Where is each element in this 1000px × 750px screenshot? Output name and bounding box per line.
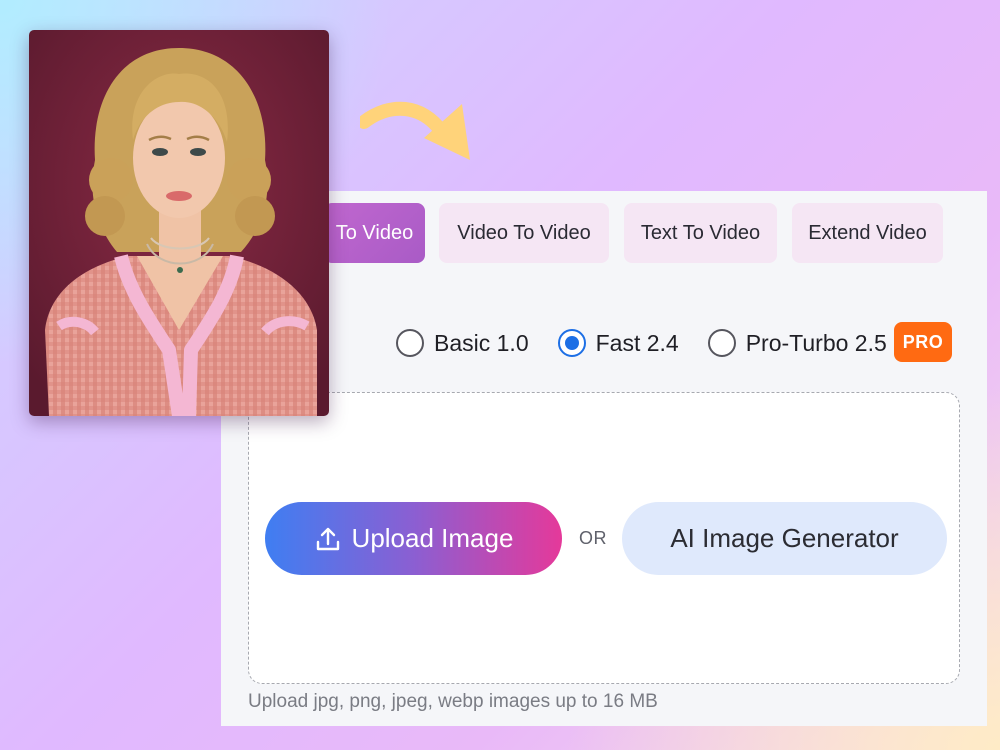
generator-button-label: AI Image Generator <box>670 523 899 553</box>
radio-button-selected[interactable] <box>557 329 586 357</box>
tab-label: To Video <box>335 221 414 244</box>
tab-label: Extend Video <box>808 221 927 244</box>
upload-image-button[interactable]: Upload Image <box>265 502 562 575</box>
model-option-basic[interactable]: Basic 1.0 <box>396 329 529 357</box>
radio-button[interactable] <box>396 329 424 357</box>
pro-badge: PRO <box>893 322 953 362</box>
or-separator: OR <box>579 528 607 548</box>
radio-button[interactable] <box>707 329 736 357</box>
tab-image-to-video[interactable]: To Video <box>324 203 425 263</box>
mode-tabs: To Video Video To Video Text To Video Ex… <box>221 203 987 265</box>
upload-button-label: Upload Image <box>351 523 514 553</box>
model-label: Pro-Turbo 2.5 <box>745 329 887 356</box>
upload-hint: Upload jpg, png, jpeg, webp images up to… <box>248 691 658 712</box>
tab-text-to-video[interactable]: Text To Video <box>624 203 777 263</box>
portrait-photo <box>29 30 329 416</box>
tab-extend-video[interactable]: Extend Video <box>792 203 943 263</box>
ai-image-generator-button[interactable]: AI Image Generator <box>622 502 947 575</box>
upload-icon <box>316 527 339 550</box>
tab-label: Video To Video <box>457 221 591 244</box>
model-label: Basic 1.0 <box>434 329 529 356</box>
tab-video-to-video[interactable]: Video To Video <box>439 203 609 263</box>
video-generator-panel: To Video Video To Video Text To Video Ex… <box>221 191 987 726</box>
tab-label: Text To Video <box>640 221 761 244</box>
model-option-fast[interactable]: Fast 2.4 <box>557 329 679 357</box>
model-label: Fast 2.4 <box>595 329 679 356</box>
model-option-pro-turbo[interactable]: Pro-Turbo 2.5 <box>707 329 887 357</box>
image-dropzone[interactable]: Upload Image OR AI Image Generator <box>248 392 960 684</box>
model-selector: Basic 1.0 Fast 2.4 Pro-Turbo 2.5 PRO <box>396 322 953 363</box>
curved-arrow-icon <box>357 94 485 169</box>
